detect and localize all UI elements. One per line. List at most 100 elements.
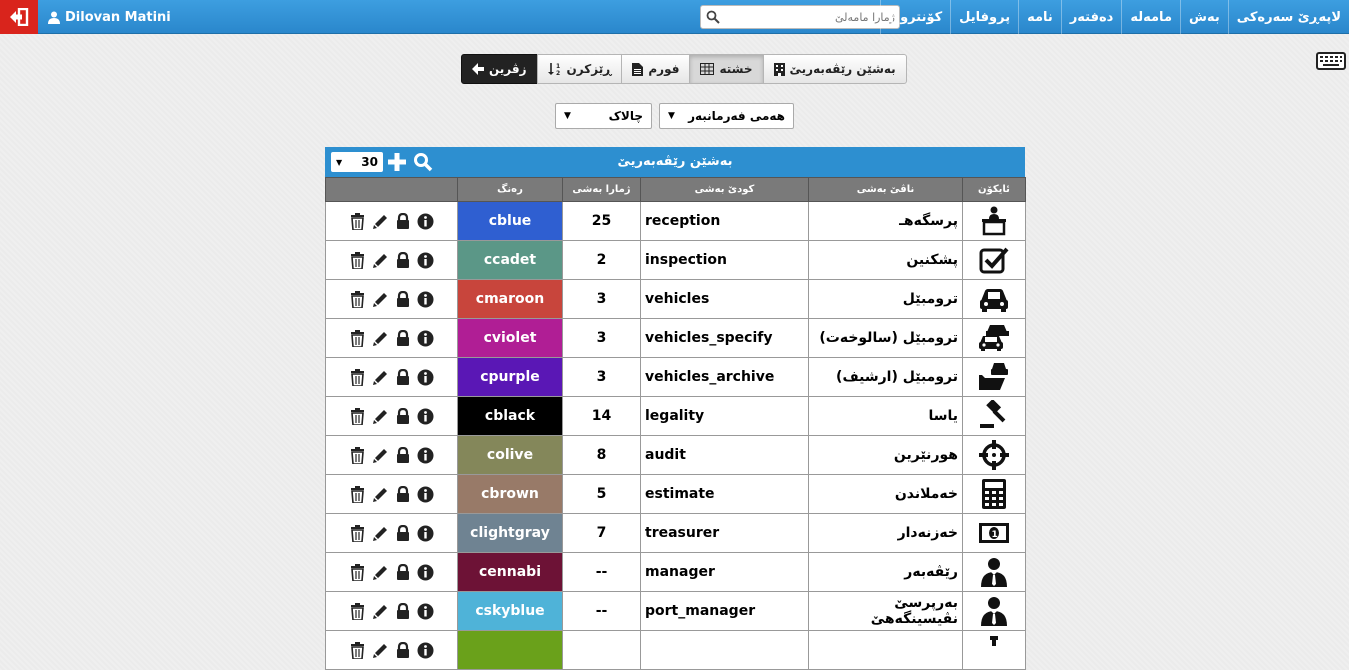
lock-icon[interactable] bbox=[396, 291, 410, 307]
trash-icon[interactable] bbox=[350, 485, 365, 503]
sections-button[interactable]: بەشێن رێڤەبەریێ bbox=[762, 54, 907, 84]
lock-icon[interactable] bbox=[396, 330, 410, 346]
info-icon[interactable] bbox=[417, 603, 434, 620]
pencil-icon[interactable] bbox=[372, 330, 389, 347]
trash-icon[interactable] bbox=[350, 602, 365, 620]
car-icon bbox=[980, 289, 1008, 312]
pencil-icon[interactable] bbox=[372, 408, 389, 425]
info-icon[interactable] bbox=[417, 369, 434, 386]
trash-icon[interactable] bbox=[350, 563, 365, 581]
info-icon[interactable] bbox=[417, 408, 434, 425]
header-name[interactable]: ناڤێ بەشی bbox=[808, 177, 963, 202]
pencil-icon[interactable] bbox=[372, 213, 389, 230]
table-row[interactable]: cbrown 5 estimate خەملاندن bbox=[325, 474, 1026, 514]
cars-icon bbox=[979, 325, 1009, 351]
code-cell: reception bbox=[640, 201, 809, 241]
row-actions bbox=[325, 357, 458, 397]
add-icon[interactable] bbox=[387, 152, 407, 172]
nav-item-home[interactable]: لاپەڕێ سەرەکی bbox=[1227, 0, 1349, 34]
table-row[interactable]: cblack 14 legality یاسا bbox=[325, 396, 1026, 436]
nav-item-ledger[interactable]: دەفتەر bbox=[1060, 0, 1122, 34]
name-cell: بەرپرسێ نڤیسینگەهێ bbox=[808, 591, 963, 631]
caret-down-icon: ▼ bbox=[336, 157, 343, 167]
table-row[interactable]: cpurple 3 vehicles_archive ترومبێل (ارشی… bbox=[325, 357, 1026, 397]
nav-item-control[interactable]: کۆنترول bbox=[879, 0, 950, 34]
header-code[interactable]: کودێ بەشی bbox=[640, 177, 809, 202]
logout-button[interactable] bbox=[0, 0, 38, 34]
lock-icon[interactable] bbox=[396, 564, 410, 580]
search-icon[interactable] bbox=[413, 152, 433, 172]
sort-button[interactable]: 1 2 ڕێزکرن bbox=[536, 54, 623, 84]
nav-item-transaction[interactable]: مامەلە bbox=[1121, 0, 1180, 34]
pencil-icon[interactable] bbox=[372, 447, 389, 464]
user-info[interactable]: Dilovan Matini bbox=[48, 0, 171, 34]
lock-icon[interactable] bbox=[396, 447, 410, 463]
trash-icon[interactable] bbox=[350, 251, 365, 269]
color-cell: clightgray bbox=[457, 513, 563, 553]
table-row[interactable]: ccadet 2 inspection پشکنین bbox=[325, 240, 1026, 280]
pencil-icon[interactable] bbox=[372, 486, 389, 503]
count-cell bbox=[562, 630, 641, 670]
pencil-icon[interactable] bbox=[372, 564, 389, 581]
info-icon[interactable] bbox=[417, 447, 434, 464]
lock-icon[interactable] bbox=[396, 252, 410, 268]
table-header-row: رەنگ ژمارا بەشی کودێ بەشی ناڤێ بەشی ئایک… bbox=[325, 177, 1026, 202]
trash-icon[interactable] bbox=[350, 407, 365, 425]
nav-item-profile[interactable]: پروفایل bbox=[950, 0, 1018, 34]
table-row[interactable]: cskyblue -- port_manager بەرپرسێ نڤیسینگ… bbox=[325, 591, 1026, 631]
pencil-icon[interactable] bbox=[372, 369, 389, 386]
form-button[interactable]: فورم bbox=[621, 54, 691, 84]
info-icon[interactable] bbox=[417, 330, 434, 347]
trash-icon[interactable] bbox=[350, 641, 365, 659]
page-size-select[interactable]: ▼ 30 bbox=[331, 152, 383, 172]
lock-icon[interactable] bbox=[396, 408, 410, 424]
info-icon[interactable] bbox=[417, 291, 434, 308]
search-input[interactable] bbox=[725, 6, 897, 28]
info-icon[interactable] bbox=[417, 486, 434, 503]
header-count[interactable]: ژمارا بەشی bbox=[562, 177, 641, 202]
info-icon[interactable] bbox=[417, 642, 434, 659]
status-filter-select[interactable]: ▼ چالاک bbox=[555, 103, 652, 129]
row-actions bbox=[325, 240, 458, 280]
pencil-icon[interactable] bbox=[372, 252, 389, 269]
trash-icon[interactable] bbox=[350, 329, 365, 347]
back-button[interactable]: زڤرین bbox=[461, 54, 538, 84]
lock-icon[interactable] bbox=[396, 525, 410, 541]
lock-icon[interactable] bbox=[396, 642, 410, 658]
table-row[interactable]: cmaroon 3 vehicles ترومبێل bbox=[325, 279, 1026, 319]
keyboard-icon[interactable] bbox=[1316, 52, 1346, 70]
lock-icon[interactable] bbox=[396, 486, 410, 502]
lock-icon[interactable] bbox=[396, 369, 410, 385]
lock-icon[interactable] bbox=[396, 213, 410, 229]
icon-cell bbox=[962, 318, 1026, 358]
pencil-icon[interactable] bbox=[372, 291, 389, 308]
search-box[interactable] bbox=[700, 5, 900, 29]
pencil-icon[interactable] bbox=[372, 642, 389, 659]
employee-filter-select[interactable]: ▼ هەمی فەرمانبەر bbox=[659, 103, 794, 129]
count-cell: 14 bbox=[562, 396, 641, 436]
table-row[interactable] bbox=[325, 630, 1026, 670]
table-row[interactable]: colive 8 audit هورنێرین bbox=[325, 435, 1026, 475]
color-cell: cskyblue bbox=[457, 591, 563, 631]
table-row[interactable]: clightgray 7 treasurer خەزنەدار 1 bbox=[325, 513, 1026, 553]
table-row[interactable]: cblue 25 reception پرسگەهـ bbox=[325, 201, 1026, 241]
nav-item-section[interactable]: بەش bbox=[1180, 0, 1228, 34]
trash-icon[interactable] bbox=[350, 212, 365, 230]
trash-icon[interactable] bbox=[350, 290, 365, 308]
trash-icon[interactable] bbox=[350, 368, 365, 386]
trash-icon[interactable] bbox=[350, 446, 365, 464]
table-row[interactable]: cennabi -- manager رێڤەبەر bbox=[325, 552, 1026, 592]
info-icon[interactable] bbox=[417, 252, 434, 269]
table-view-button[interactable]: خشتە bbox=[689, 54, 764, 84]
pencil-icon[interactable] bbox=[372, 525, 389, 542]
search-icon[interactable] bbox=[706, 10, 720, 24]
table-row[interactable]: cviolet 3 vehicles_specify ترومبێل (سالو… bbox=[325, 318, 1026, 358]
nav-item-letter[interactable]: نامە bbox=[1018, 0, 1061, 34]
header-color[interactable]: رەنگ bbox=[457, 177, 563, 202]
pencil-icon[interactable] bbox=[372, 603, 389, 620]
info-icon[interactable] bbox=[417, 525, 434, 542]
info-icon[interactable] bbox=[417, 213, 434, 230]
trash-icon[interactable] bbox=[350, 524, 365, 542]
info-icon[interactable] bbox=[417, 564, 434, 581]
lock-icon[interactable] bbox=[396, 603, 410, 619]
